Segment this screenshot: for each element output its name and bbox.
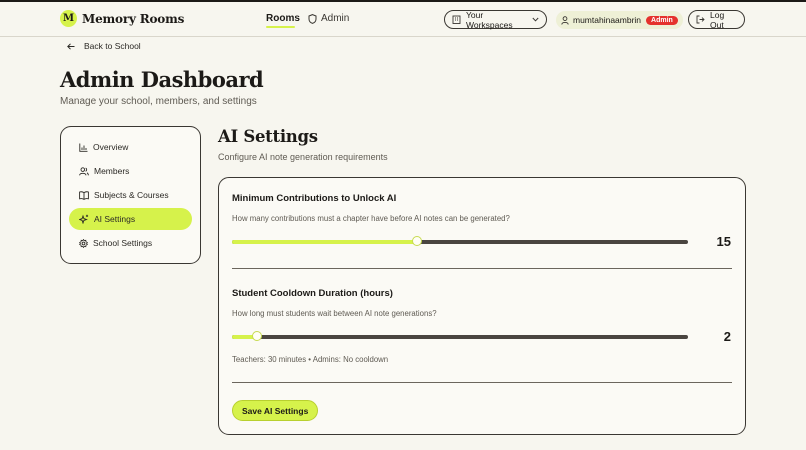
nav-admin-label: Admin bbox=[321, 13, 350, 24]
page-title: Admin Dashboard bbox=[60, 67, 264, 92]
nav-admin-link[interactable]: Admin bbox=[308, 13, 349, 24]
building-icon bbox=[452, 15, 461, 24]
cooldown-value: 2 bbox=[723, 329, 731, 344]
bar-chart-icon bbox=[79, 143, 88, 152]
arrow-left-icon bbox=[67, 42, 75, 50]
min-contributions-value: 15 bbox=[716, 234, 731, 249]
logo-mark: M bbox=[60, 10, 77, 27]
sidebar-item-label: Members bbox=[94, 166, 130, 176]
logout-button[interactable]: Log Out bbox=[688, 9, 745, 30]
cooldown-desc: How long must students wait between AI n… bbox=[232, 309, 437, 318]
cooldown-note: Teachers: 30 minutes • Admins: No cooldo… bbox=[232, 355, 389, 364]
section-divider bbox=[232, 268, 732, 269]
shield-icon bbox=[308, 13, 317, 24]
section-title: AI Settings bbox=[218, 127, 318, 146]
chevron-down-icon bbox=[532, 17, 539, 22]
slider-thumb[interactable] bbox=[252, 331, 263, 341]
role-badge: Admin bbox=[646, 15, 678, 25]
cooldown-title: Student Cooldown Duration (hours) bbox=[232, 288, 393, 299]
sidebar-item-label: Overview bbox=[93, 142, 129, 152]
top-navbar: M Memory Rooms Rooms Admin Your Workspac… bbox=[0, 2, 806, 37]
gear-icon bbox=[79, 238, 88, 248]
sidebar-item-label: AI Settings bbox=[94, 214, 136, 224]
brand-name: Memory Rooms bbox=[82, 11, 185, 26]
slider-track bbox=[232, 335, 688, 339]
sidebar-item-members[interactable]: Members bbox=[69, 160, 192, 182]
admin-sidebar: Overview Members Subjects & Courses AI S… bbox=[60, 126, 201, 264]
users-icon bbox=[79, 166, 89, 176]
nav-rooms-link[interactable]: Rooms bbox=[266, 13, 300, 24]
section-divider bbox=[232, 382, 732, 383]
username: mumtahinaambrin bbox=[573, 15, 642, 25]
slider-fill bbox=[232, 240, 417, 244]
sidebar-item-label: School Settings bbox=[93, 238, 153, 248]
cooldown-slider[interactable] bbox=[232, 331, 688, 343]
min-contributions-slider[interactable] bbox=[232, 236, 688, 248]
brand-logo[interactable]: M Memory Rooms bbox=[60, 10, 184, 27]
logout-icon bbox=[696, 15, 705, 24]
ai-settings-card: Minimum Contributions to Unlock AI How m… bbox=[218, 177, 746, 435]
page-subtitle: Manage your school, members, and setting… bbox=[60, 96, 257, 107]
sparkles-icon bbox=[79, 214, 89, 224]
user-icon bbox=[561, 15, 569, 25]
sidebar-item-subjects-courses[interactable]: Subjects & Courses bbox=[69, 184, 192, 206]
nav-active-underline bbox=[266, 26, 295, 28]
sidebar-item-ai-settings[interactable]: AI Settings bbox=[69, 208, 192, 230]
slider-thumb[interactable] bbox=[411, 236, 422, 246]
book-icon bbox=[79, 190, 89, 200]
workspaces-dropdown[interactable]: Your Workspaces bbox=[444, 9, 547, 30]
sidebar-item-label: Subjects & Courses bbox=[94, 190, 169, 200]
sidebar-item-overview[interactable]: Overview bbox=[69, 136, 192, 158]
user-chip[interactable]: mumtahinaambrin Admin bbox=[556, 11, 683, 29]
logout-label: Log Out bbox=[710, 9, 725, 30]
save-ai-settings-button[interactable]: Save AI Settings bbox=[232, 400, 319, 421]
back-to-school-link[interactable]: Back to School bbox=[67, 41, 141, 51]
min-contributions-title: Minimum Contributions to Unlock AI bbox=[232, 193, 397, 204]
back-label: Back to School bbox=[84, 41, 141, 51]
min-contributions-desc: How many contributions must a chapter ha… bbox=[232, 214, 510, 223]
section-subtitle: Configure AI note generation requirement… bbox=[218, 152, 388, 162]
workspaces-label: Your Workspaces bbox=[466, 9, 513, 30]
sidebar-item-school-settings[interactable]: School Settings bbox=[69, 232, 192, 254]
